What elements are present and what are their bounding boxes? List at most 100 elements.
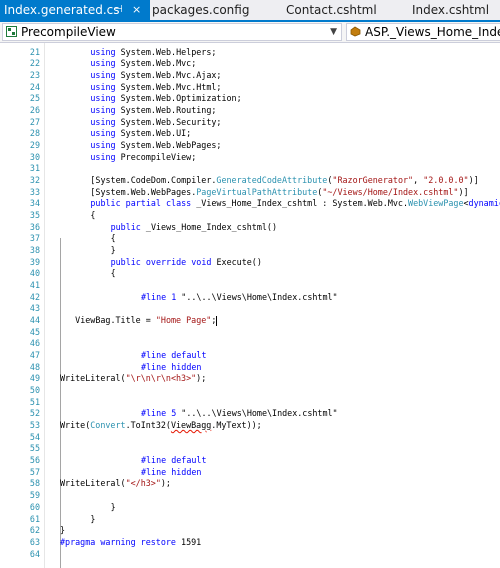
code-line[interactable]: 52 #line 5 "..\..\Views\Home\Index.cshtml… — [0, 408, 500, 420]
code-token: [System.CodeDom.Compiler. — [90, 174, 217, 185]
code-token: "..\..\Views\Home\Index.cshtml" — [181, 291, 338, 302]
code-line[interactable]: 41 — [0, 280, 500, 292]
code-line[interactable]: 22 using System.Web.Mvc; — [0, 58, 500, 70]
code-line[interactable]: 54 — [0, 432, 500, 444]
line-number: 46 — [29, 338, 40, 349]
code-line[interactable]: 62} — [0, 525, 500, 537]
code-text: public override void Execute() — [111, 257, 262, 269]
line-number: 59 — [29, 490, 40, 501]
code-text: #line hidden — [141, 467, 202, 479]
code-line[interactable]: 49 WriteLiteral("\r\n\r\n<h3>"); — [0, 373, 500, 385]
tab-index-cshtml[interactable]: Index.cshtml — [412, 0, 500, 20]
code-line[interactable]: 39 public override void Execute() — [0, 257, 500, 269]
code-text: using System.Web.Optimization; — [90, 93, 241, 105]
code-line[interactable]: 23 using System.Web.Mvc.Ajax; — [0, 70, 500, 82]
code-line[interactable]: 29 using System.Web.WebPages; — [0, 140, 500, 152]
line-number: 52 — [29, 408, 40, 419]
code-token: System.Web.Optimization; — [120, 93, 242, 104]
code-line[interactable]: 34 public partial class _Views_Home_Index… — [0, 198, 500, 210]
code-line[interactable]: 55 — [0, 443, 500, 455]
code-line[interactable]: 25 using System.Web.Optimization; — [0, 93, 500, 105]
code-line[interactable]: 27 using System.Web.Security; — [0, 117, 500, 129]
line-number: 24 — [29, 81, 40, 92]
code-line[interactable]: 42 #line 1 "..\..\Views\Home\Index.cshtml… — [0, 292, 500, 304]
code-text: [System.CodeDom.Compiler.GeneratedCodeAt… — [90, 175, 478, 187]
line-number: 36 — [29, 221, 40, 232]
line-number: 50 — [29, 385, 40, 396]
code-line[interactable]: 40 { — [0, 268, 500, 280]
type-dropdown[interactable]: ASP._Views_Home_Index_ — [346, 23, 500, 41]
code-line[interactable]: 46 — [0, 338, 500, 350]
code-line[interactable]: 53 Write(Convert.ToInt32(ViewBagg.MyText)… — [0, 420, 500, 432]
code-token: WebViewPage — [408, 198, 464, 209]
code-line[interactable]: 24 using System.Web.Mvc.Html; — [0, 82, 500, 94]
code-token: ); — [196, 373, 207, 384]
code-text: #line hidden — [141, 362, 202, 374]
code-line[interactable]: 63 #pragma warning restore 1591 — [0, 537, 500, 549]
line-number: 27 — [29, 116, 40, 127]
tab-packages-config[interactable]: packages.config — [152, 0, 262, 20]
line-number: 60 — [29, 501, 40, 512]
line-number: 30 — [29, 151, 40, 162]
tab-index-generated-cs[interactable]: Index.generated.cs ⊣ × — [0, 0, 150, 20]
code-line[interactable]: 57 #line hidden — [0, 467, 500, 479]
type-name: ASP._Views_Home_Index_ — [365, 25, 500, 39]
code-line[interactable]: 45 — [0, 327, 500, 339]
code-editor[interactable]: 21 using System.Web.Helpers; 22 using Syste… — [0, 43, 500, 568]
code-token: "\r\n\r\n<h3>" — [125, 373, 197, 384]
tab-contact-cshtml[interactable]: Contact.cshtml — [286, 0, 396, 20]
code-token: #line 1 — [140, 291, 177, 302]
code-token: using — [90, 46, 116, 57]
code-line[interactable]: 21 using System.Web.Helpers; — [0, 47, 500, 59]
code-token: PrecompileView; — [120, 151, 197, 162]
code-line[interactable]: 38} — [0, 245, 500, 257]
code-line[interactable]: 44 ViewBag.Title = "Home Page"; — [0, 315, 500, 327]
code-token: "RazorGenerator" — [332, 174, 414, 185]
code-line[interactable]: 32 [System.CodeDom.Compiler.GeneratedCode… — [0, 175, 500, 187]
code-line[interactable]: 60} — [0, 502, 500, 514]
code-line[interactable]: 36 public _Views_Home_Index_cshtml() — [0, 222, 500, 234]
code-line[interactable]: 47 #line default — [0, 350, 500, 362]
code-line[interactable]: 58 WriteLiteral("</h3>"); — [0, 478, 500, 490]
code-line[interactable]: 35 { — [0, 210, 500, 222]
code-token: using — [90, 151, 116, 162]
code-text: } — [90, 514, 95, 526]
line-number: 62 — [29, 525, 40, 536]
code-line[interactable]: 28 using System.Web.UI; — [0, 128, 500, 140]
code-token: using — [90, 93, 116, 104]
code-line[interactable]: 43 — [0, 303, 500, 315]
code-line[interactable]: 37 { — [0, 233, 500, 245]
document-tab-bar: Index.generated.cs ⊣ × packages.config C… — [0, 0, 500, 22]
line-number: 26 — [29, 104, 40, 115]
code-line[interactable]: 51 — [0, 397, 500, 409]
tab-label: Index.generated.cs — [4, 3, 120, 17]
code-line[interactable]: 30 using PrecompileView; — [0, 152, 500, 164]
code-line[interactable]: 56 #line default — [0, 455, 500, 467]
code-text: using System.Web.WebPages; — [90, 140, 221, 152]
code-token: using — [90, 116, 116, 127]
line-number: 31 — [29, 163, 40, 174]
code-line[interactable]: 48 #line hidden — [0, 362, 500, 374]
text-caret — [216, 315, 218, 326]
line-number: 57 — [29, 466, 40, 477]
code-text: { — [111, 233, 116, 245]
code-line[interactable]: 59 — [0, 490, 500, 502]
code-token: System.Web.Mvc.Ajax; — [120, 69, 222, 80]
code-line[interactable]: 61} — [0, 514, 500, 526]
code-text: #pragma warning restore 1591 — [60, 537, 201, 549]
project-dropdown[interactable]: PrecompileView ▼ — [2, 23, 342, 41]
code-line[interactable]: 64 — [0, 549, 500, 561]
line-number: 42 — [29, 291, 40, 302]
close-icon[interactable]: × — [132, 0, 141, 20]
code-line[interactable]: 33 [System.Web.WebPages.PageVirtualPathAt… — [0, 187, 500, 199]
code-text: #line default — [141, 455, 207, 467]
pin-icon[interactable]: ⊣ — [114, 0, 123, 20]
code-text: using System.Web.Mvc; — [90, 58, 196, 70]
line-number: 58 — [29, 478, 40, 489]
tab-label: packages.config — [152, 3, 250, 17]
code-line[interactable]: 31 — [0, 163, 500, 175]
code-token: .ToInt32( — [125, 420, 171, 431]
code-line[interactable]: 26 using System.Web.Routing; — [0, 105, 500, 117]
code-token: WriteLiteral( — [60, 373, 126, 384]
code-line[interactable]: 50 — [0, 385, 500, 397]
